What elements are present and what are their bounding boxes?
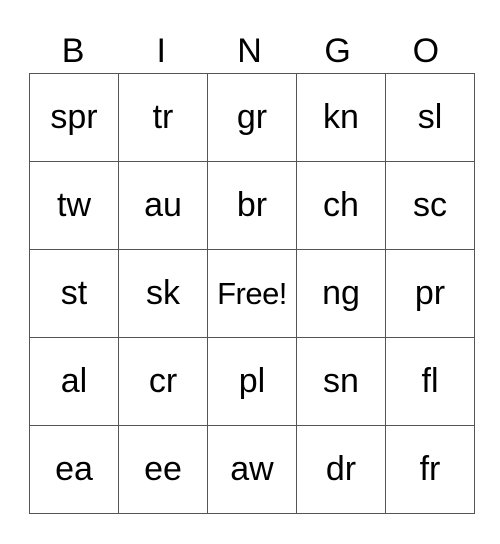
- bingo-cell[interactable]: tr: [118, 73, 208, 162]
- bingo-cell[interactable]: tw: [29, 161, 119, 250]
- bingo-header: B I N G O: [29, 30, 470, 73]
- bingo-cell[interactable]: gr: [207, 73, 297, 162]
- bingo-cell[interactable]: aw: [207, 425, 297, 514]
- bingo-card: spr tr gr kn sl tw au br ch sc st sk Free! ng pr al cr pl…: [29, 73, 475, 514]
- header-letter-i: I: [156, 32, 166, 70]
- bingo-cell[interactable]: sc: [385, 161, 475, 250]
- bingo-cell[interactable]: kn: [296, 73, 386, 162]
- header-letter-n: N: [237, 32, 262, 70]
- bingo-cell[interactable]: cr: [118, 337, 208, 426]
- bingo-row: ea ee aw dr fr: [29, 425, 475, 514]
- header-letter-o: O: [412, 32, 440, 70]
- bingo-cell[interactable]: ea: [29, 425, 119, 514]
- bingo-cell[interactable]: pr: [385, 249, 475, 338]
- bingo-row: spr tr gr kn sl: [29, 73, 475, 162]
- bingo-cell[interactable]: ee: [118, 425, 208, 514]
- bingo-cell[interactable]: ch: [296, 161, 386, 250]
- header-letter-b: B: [61, 32, 85, 70]
- header-letter-g: G: [324, 32, 351, 70]
- bingo-cell[interactable]: sk: [118, 249, 208, 338]
- bingo-cell[interactable]: st: [29, 249, 119, 338]
- bingo-cell[interactable]: al: [29, 337, 119, 426]
- bingo-cell[interactable]: sl: [385, 73, 475, 162]
- bingo-cell[interactable]: spr: [29, 73, 119, 162]
- bingo-cell[interactable]: ng: [296, 249, 386, 338]
- free-space-cell[interactable]: Free!: [207, 249, 297, 338]
- bingo-cell[interactable]: au: [118, 161, 208, 250]
- bingo-row: tw au br ch sc: [29, 161, 475, 250]
- bingo-cell[interactable]: br: [207, 161, 297, 250]
- bingo-cell[interactable]: dr: [296, 425, 386, 514]
- bingo-cell[interactable]: fr: [385, 425, 475, 514]
- bingo-row: st sk Free! ng pr: [29, 249, 475, 338]
- bingo-cell[interactable]: fl: [385, 337, 475, 426]
- bingo-cell[interactable]: pl: [207, 337, 297, 426]
- bingo-row: al cr pl sn fl: [29, 337, 475, 426]
- bingo-cell[interactable]: sn: [296, 337, 386, 426]
